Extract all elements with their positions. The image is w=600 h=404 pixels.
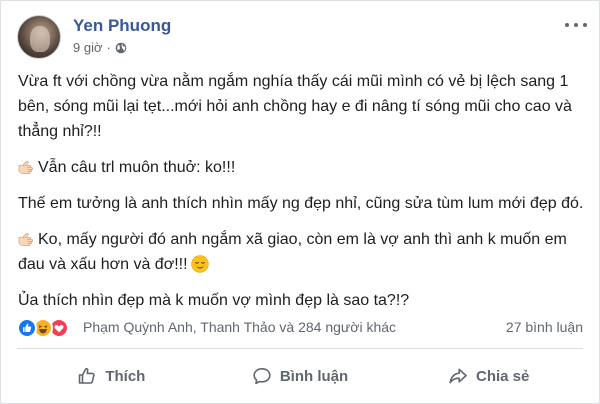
reactions-bar: Phạm Quỳnh Anh, Thanh Thảo và 284 người … bbox=[17, 317, 583, 339]
like-label: Thích bbox=[105, 367, 146, 385]
meta-separator: · bbox=[106, 40, 111, 55]
post-time[interactable]: 9 giờ bbox=[73, 40, 103, 55]
like-button[interactable]: Thích bbox=[17, 353, 206, 399]
divider bbox=[17, 348, 583, 349]
pointing-hand-icon bbox=[18, 233, 34, 246]
avatar[interactable] bbox=[17, 15, 61, 59]
avatar-photo bbox=[30, 26, 50, 52]
more-dot bbox=[565, 23, 569, 27]
more-dot bbox=[583, 23, 587, 27]
post-paragraph: Thế em tưởng là anh thích nhìn mấy ng đẹ… bbox=[18, 195, 584, 212]
share-button[interactable]: Chia sẻ bbox=[394, 353, 583, 399]
post-paragraph: Ủa thích nhìn đẹp mà k muốn vợ mình đẹp … bbox=[18, 292, 410, 309]
relieved-face-icon bbox=[190, 255, 209, 273]
globe-icon[interactable] bbox=[115, 42, 127, 54]
author-name[interactable]: Yen Phuong bbox=[73, 16, 171, 36]
comment-label: Bình luận bbox=[279, 367, 349, 385]
reaction-icons[interactable] bbox=[17, 318, 69, 338]
post-paragraph: Vừa ft với chồng vừa nằm ngắm nghía thấy… bbox=[18, 73, 572, 140]
reaction-names[interactable]: Phạm Quỳnh Anh, Thanh Thảo và 284 người … bbox=[83, 319, 396, 335]
post-paragraph: Ko, mấy người đó anh ngắm xã giao, còn e… bbox=[18, 227, 588, 277]
post-header: Yen Phuong 9 giờ · bbox=[17, 13, 587, 63]
comment-button[interactable]: Bình luận bbox=[206, 353, 395, 399]
pointing-hand-icon bbox=[18, 161, 34, 174]
paragraph-text: Vẫn câu trl muôn thuở: ko!!! bbox=[38, 159, 236, 176]
share-arrow-icon bbox=[449, 368, 467, 384]
post-meta: 9 giờ · bbox=[73, 40, 127, 55]
comment-count[interactable]: 27 bình luận bbox=[506, 319, 583, 335]
more-options-icon[interactable] bbox=[565, 17, 587, 33]
comment-bubble-icon bbox=[253, 368, 271, 385]
like-icon bbox=[17, 318, 37, 338]
post-content: Vừa ft với chồng vừa nằm ngắm nghía thấy… bbox=[18, 69, 588, 324]
thumbs-up-icon bbox=[79, 367, 95, 384]
more-dot bbox=[574, 23, 578, 27]
action-bar: Thích Bình luận Chia sẻ bbox=[17, 353, 583, 399]
share-label: Chia sẻ bbox=[476, 367, 530, 385]
post-paragraph: Vẫn câu trl muôn thuở: ko!!! bbox=[18, 155, 588, 180]
paragraph-text: Ko, mấy người đó anh ngắm xã giao, còn e… bbox=[18, 231, 567, 273]
post-card: Yen Phuong 9 giờ · Vừa ft với chồng vừa … bbox=[0, 0, 600, 404]
